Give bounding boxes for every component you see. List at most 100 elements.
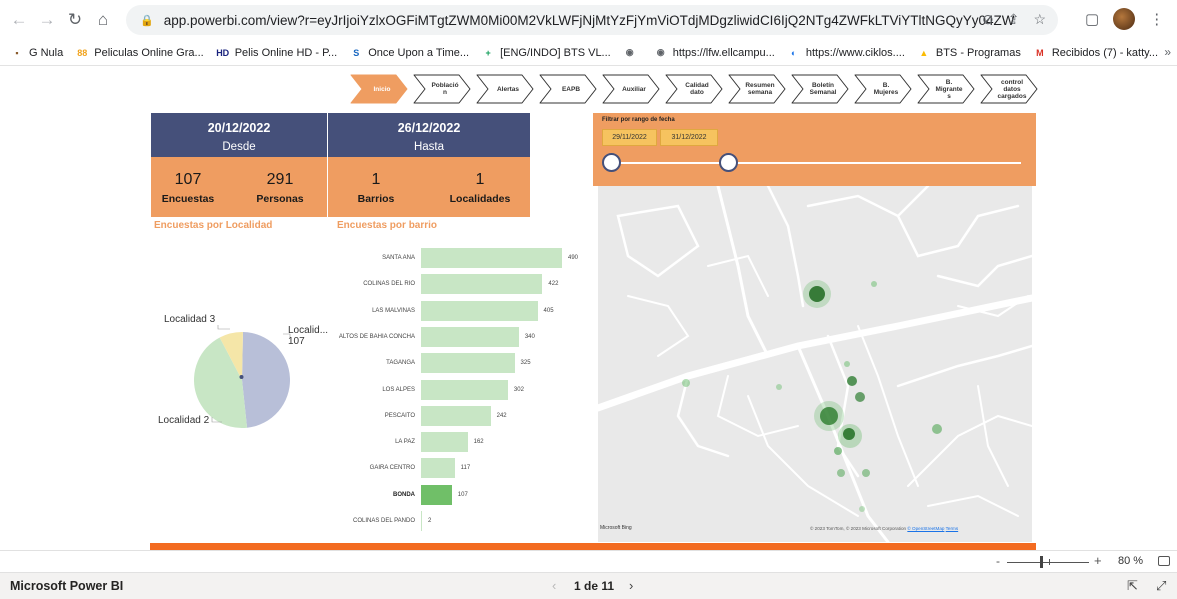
location-stats-card: 1 Barrios 1 Localidades [328, 157, 530, 217]
bookmark-item[interactable]: S Once Upon a Time... [349, 46, 469, 60]
bar-la-paz[interactable] [421, 432, 468, 453]
tab-10[interactable]: control datos cargados [980, 74, 1038, 104]
bar-santa-ana[interactable] [421, 248, 562, 268]
share-icon[interactable]: ⇱ [1127, 578, 1138, 594]
bookmark-label: https://www.ciklos.... [805, 46, 905, 59]
zoom-in-button[interactable]: + [1094, 553, 1102, 568]
bookmark-item[interactable]: ◉ [623, 46, 642, 60]
bar-las-malvinas[interactable] [421, 300, 538, 321]
start-date-input[interactable]: 29/11/2022 [602, 129, 657, 146]
bar-taganga[interactable] [421, 353, 515, 374]
bookmark-item[interactable]: ▲ BTS - Programas [917, 46, 1020, 60]
lock-icon: 🔒 [140, 14, 154, 27]
bar-pescaito[interactable] [421, 405, 491, 426]
zoom-out-button[interactable]: - [996, 554, 1000, 568]
bar-category-label: COLINAS DEL PANDO [352, 518, 415, 524]
tab-3[interactable]: EAPB [539, 74, 597, 104]
tab-2[interactable]: Alertas [476, 74, 534, 104]
zoom-tick [1049, 559, 1050, 565]
url-text: app.powerbi.com/view?r=eyJrIjoiYzlxOGFiM… [163, 12, 1014, 28]
zoom-slider-handle[interactable] [1040, 556, 1043, 568]
bookmarks-bar: ▪ G Nula 88 Peliculas Online Gra... HD Pelis … [0, 40, 1177, 66]
personas-kpi: 291 Personas [251, 171, 309, 205]
bar-gaira-centro[interactable] [421, 458, 455, 479]
map-copyright: © 2023 TomTom, © 2023 Microsoft Corporat… [810, 526, 907, 531]
forward-icon[interactable]: → [34, 7, 60, 33]
menu-icon[interactable]: ⋮ [1149, 10, 1164, 28]
footer-accent-bar [150, 543, 1036, 550]
tab-label: Alertas [496, 85, 520, 93]
bookmark-item[interactable]: ◐ https://www.ciklos.... [787, 46, 905, 60]
bookmark-item[interactable]: M Recibidos (7) - katty... [1033, 46, 1158, 60]
report-canvas: Inicio Població n Alertas EAPB Auxiliar Calid… [0, 67, 1177, 550]
bar-value-label: 490 [568, 255, 579, 261]
date-slider-end-handle[interactable] [719, 153, 738, 172]
date-slider-track[interactable] [608, 162, 1021, 164]
bookmark-item[interactable]: ▪ G Nula [10, 46, 63, 60]
lens-icon[interactable]: ⊘ [982, 11, 994, 28]
bar-category-label: BONDA [393, 491, 415, 498]
avatar[interactable] [1113, 8, 1136, 30]
share-icon[interactable]: ⇪ [1008, 11, 1020, 28]
bar-category-label: LAS MALVINAS [372, 307, 415, 314]
back-icon[interactable]: ← [6, 7, 32, 33]
barrios-value: 1 [371, 171, 381, 188]
fit-to-page-icon[interactable] [1158, 556, 1170, 566]
bar-category-label: COLINAS DEL RIO [363, 281, 415, 288]
tab-label: Calidad dato [685, 82, 709, 96]
tab-4[interactable]: Auxiliar [602, 74, 660, 104]
bookmark-item[interactable]: ◉ https://lfw.ellcampu... [654, 46, 775, 60]
bar-value-label: 405 [543, 307, 554, 314]
bar-los-alpes[interactable] [421, 379, 508, 400]
pie-slice-1[interactable] [242, 332, 291, 428]
heat-map[interactable] [598, 186, 1032, 542]
tab-8[interactable]: B. Mujeres [854, 74, 912, 104]
bar-bonda[interactable] [421, 484, 452, 505]
bar-value-label: 242 [496, 412, 507, 419]
pie-center-marker [239, 375, 244, 379]
hd-icon: HD [216, 47, 230, 58]
drive-icon: ▲ [919, 47, 929, 58]
tab-6[interactable]: Resumen semana [728, 74, 786, 104]
end-date-input[interactable]: 31/12/2022 [660, 129, 718, 146]
terms-link[interactable]: Terms [946, 526, 959, 531]
tab-9[interactable]: B. Migrante s [917, 74, 975, 104]
star-icon[interactable]: ☆ [1033, 11, 1046, 28]
address-bar[interactable]: 🔒 app.powerbi.com/view?r=eyJrIjoiYzlxOGF… [126, 5, 1058, 35]
osm-link[interactable]: © OpenStreetMap [907, 526, 944, 531]
next-page-button[interactable]: › [629, 578, 633, 593]
bookmark-item[interactable]: + [ENG/INDO] BTS VL... [481, 46, 611, 60]
bar-altos-de-bahia-concha[interactable] [421, 326, 519, 347]
tab-label: Inicio [373, 85, 391, 93]
bookmark-item[interactable]: 88 Peliculas Online Gra... [75, 46, 203, 60]
zoom-slider[interactable] [1007, 562, 1089, 563]
bar-category-label: PESCAITO [384, 412, 415, 419]
bar-colinas-del-rio[interactable] [421, 274, 543, 295]
date-slider-start-handle[interactable] [602, 153, 621, 172]
tab-7[interactable]: Boletín Semanal [791, 74, 849, 104]
bar-category-label: TAGANGA [386, 360, 415, 367]
bar-category-label: SANTA ANA [382, 255, 415, 261]
bookmark-label: [ENG/INDO] BTS VL... [500, 46, 611, 59]
prev-page-button[interactable]: ‹ [552, 578, 556, 593]
88-icon: 88 [77, 47, 88, 58]
home-icon[interactable]: ⌂ [90, 7, 116, 33]
bar-value-label: 325 [520, 360, 531, 367]
personas-value: 291 [266, 171, 294, 188]
bar-colinas-del-pando[interactable] [421, 511, 422, 531]
reload-icon[interactable]: ↻ [62, 7, 88, 33]
bookmark-item[interactable]: HD Pelis Online HD - P... [216, 46, 337, 60]
tab-5[interactable]: Calidad dato [665, 74, 723, 104]
localidades-kpi: 1 Localidades [444, 171, 516, 205]
tab-label: Auxiliar [622, 85, 646, 93]
bookmark-label: https://lfw.ellcampu... [672, 46, 775, 59]
heat-points [682, 280, 942, 512]
tab-label: control datos cargados [997, 78, 1027, 100]
bar-value-label: 422 [548, 281, 559, 288]
bar-chart-title: Encuestas por barrio [337, 220, 438, 231]
tab-1[interactable]: Població n [413, 74, 471, 104]
sidepanel-icon[interactable]: ▢ [1085, 10, 1099, 28]
tab-0[interactable]: Inicio [350, 74, 408, 104]
more-bookmarks-icon[interactable]: » [1164, 45, 1171, 59]
fullscreen-icon[interactable]: ⤢ [1156, 578, 1166, 594]
